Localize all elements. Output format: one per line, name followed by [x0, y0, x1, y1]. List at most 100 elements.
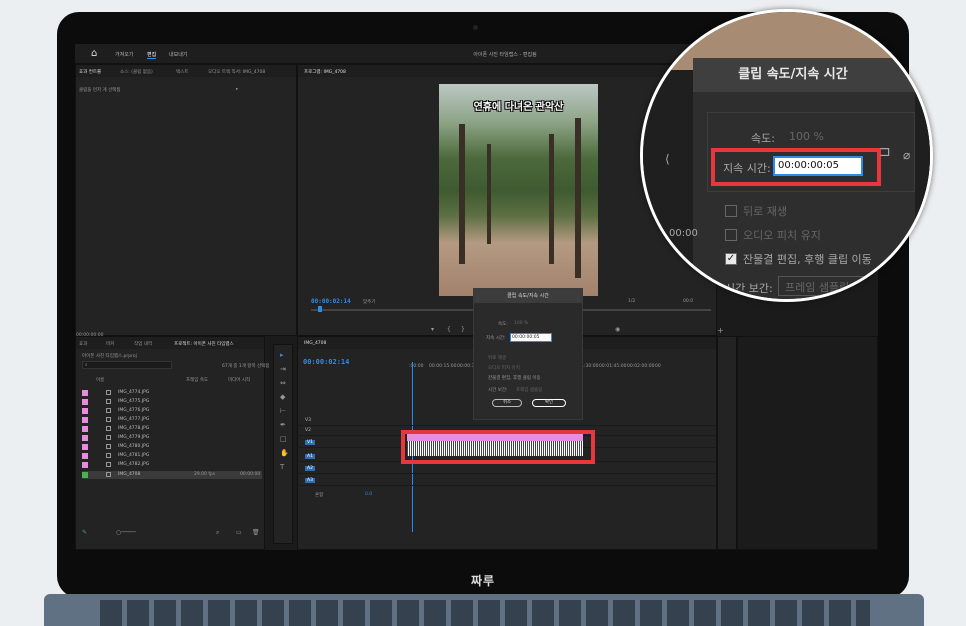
program-timecode[interactable]: 00:00:02:14 [311, 298, 351, 305]
speed-value[interactable]: 100 % [514, 321, 528, 326]
rectangle-icon[interactable]: □ [280, 435, 287, 443]
column-fps[interactable]: 프레임 속도 [186, 377, 208, 383]
tab-project[interactable]: 프로젝트: 아이폰 사진 타임랩스 [174, 341, 234, 347]
video-title-overlay: 연휴에 다녀온 관악산 [473, 102, 564, 113]
export-frame-icon[interactable]: ◉ [615, 326, 620, 333]
track-a3[interactable]: A3 [297, 476, 717, 486]
file-name: IMG_4782.JPG [118, 462, 150, 467]
mix-value[interactable]: 0.0 [365, 492, 372, 497]
tab-markers[interactable]: 마커 [106, 341, 114, 347]
ok-button[interactable]: 확인 [532, 399, 566, 407]
list-item[interactable]: IMG_4776.JPG [82, 407, 262, 415]
label-swatch [82, 408, 88, 414]
speed-label: 속도: [498, 322, 508, 327]
add-button-icon[interactable]: + [717, 326, 724, 335]
out-point-icon[interactable]: } [461, 326, 465, 333]
resolution-select[interactable]: 1/2 [628, 299, 635, 304]
mag-interp-select[interactable]: 프레임 샘플링 [778, 276, 894, 296]
mag-speed-value[interactable]: 100 % [789, 130, 824, 143]
tab-audio-mixer[interactable]: 오디오 트랙 믹서: IMG_4708 [208, 69, 265, 75]
link-icon[interactable]: ⊐ [879, 144, 891, 160]
track-label[interactable]: A1 [305, 454, 315, 459]
list-item[interactable]: IMG_4777.JPG [82, 416, 262, 424]
marker-icon[interactable]: ▾ [431, 326, 434, 333]
track-label[interactable]: V2 [305, 428, 311, 433]
menu-export[interactable]: 내보내기 [169, 51, 187, 58]
pencil-icon[interactable]: ✎ [82, 529, 87, 536]
list-item[interactable]: IMG_4775.JPG [82, 398, 262, 406]
tab-history[interactable]: 작업 내역 [134, 341, 152, 347]
track-select-icon[interactable]: ⇥ [280, 365, 286, 373]
track-label[interactable]: A2 [305, 466, 315, 471]
search-icon: ⌕ [85, 363, 88, 368]
trash-icon[interactable]: 🗑 [252, 529, 260, 536]
label-swatch [82, 435, 88, 441]
in-point-icon[interactable]: { [447, 326, 451, 333]
new-item-icon[interactable]: ▭ [236, 529, 242, 536]
tab-effect-controls[interactable]: 효과 컨트롤 [79, 69, 101, 75]
image-file-icon [106, 426, 111, 431]
empty-panel [737, 336, 878, 550]
duration-label: 지속 시간: [486, 336, 506, 341]
tab-program[interactable]: 프로그램: IMG_4708 [304, 69, 346, 75]
track-label[interactable]: V1 [305, 440, 315, 445]
reverse-checkbox[interactable] [725, 205, 737, 217]
image-file-icon [106, 390, 111, 395]
tab-text[interactable]: 텍스트 [176, 69, 188, 75]
playhead-marker[interactable] [318, 306, 322, 312]
maintain-pitch-checkbox[interactable]: 오디오 피치 유지 [488, 365, 520, 371]
ripple-checkbox[interactable]: ✓ [725, 253, 737, 265]
list-item[interactable]: IMG_4774.JPG [82, 389, 262, 397]
cancel-button[interactable]: 취소 [492, 399, 522, 407]
timeline-timecode[interactable]: 00:00:02:14 [303, 358, 349, 366]
sequence-row[interactable]: IMG_4708 29.00 fps 00:00:00 [82, 471, 262, 479]
tab-source[interactable]: 소스: (클립 없음) [120, 69, 153, 75]
reverse-checkbox[interactable]: 뒤로 재생 [488, 355, 506, 361]
search-icon[interactable]: ⌕ [216, 529, 219, 537]
list-item[interactable]: IMG_4778.JPG [82, 425, 262, 433]
tab-effects[interactable]: 효과 [79, 341, 87, 347]
column-media-start[interactable]: 미디어 시작 [228, 377, 250, 383]
ripple-edit-icon[interactable]: ⇔ [280, 379, 286, 387]
label-swatch [82, 426, 88, 432]
project-tabs: 효과 마커 작업 내역 프로젝트: 아이폰 사진 타임랩스 [76, 337, 264, 349]
project-search-input[interactable]: ⌕ [82, 361, 172, 369]
pitch-checkbox[interactable] [725, 229, 737, 241]
unlink-icon[interactable]: ⌀ [903, 148, 910, 162]
slip-icon[interactable]: ⊢ [280, 407, 286, 415]
home-icon[interactable]: ⌂ [91, 49, 101, 59]
mag-speed-label: 속도: [751, 132, 775, 145]
track-label[interactable]: V3 [305, 418, 311, 423]
type-tool-icon[interactable]: T [280, 463, 284, 471]
fit-select[interactable]: 맞추기 [363, 299, 375, 305]
list-item[interactable]: IMG_4780.JPG [82, 443, 262, 451]
list-item[interactable]: IMG_4779.JPG [82, 434, 262, 442]
selection-tool-icon[interactable]: ▸ [280, 351, 284, 359]
razor-icon[interactable]: ◆ [280, 393, 285, 401]
image-file-icon [106, 444, 111, 449]
list-item[interactable]: IMG_4781.JPG [82, 452, 262, 460]
label-swatch [82, 444, 88, 450]
label-swatch [82, 472, 88, 478]
app-title: 아이폰 사진 타임랩스 - 편집됨 [473, 52, 537, 58]
image-file-icon [106, 417, 111, 422]
column-name[interactable]: 이름 [96, 377, 104, 383]
file-name: IMG_4778.JPG [118, 426, 150, 431]
hand-icon[interactable]: ✋ [280, 449, 289, 457]
tree [459, 124, 465, 264]
track-label[interactable]: A3 [305, 478, 315, 483]
zoom-slider[interactable]: ○──── [116, 529, 136, 536]
track-a2[interactable]: A2 [297, 464, 717, 474]
list-item[interactable]: IMG_4782.JPG [82, 461, 262, 469]
interp-select[interactable]: 프레임 샘플링 [516, 387, 542, 393]
ripple-checkbox[interactable]: 잔물결 편집, 후행 클립 이동 [488, 375, 541, 381]
ruler-tick: 00:01:45:00 [599, 364, 627, 369]
pen-icon[interactable]: ✒ [280, 421, 286, 429]
tab-sequence[interactable]: IMG_4708 [304, 341, 326, 346]
file-name: IMG_4780.JPG [118, 444, 150, 449]
mix-label: 혼합 [315, 493, 324, 498]
duration-input[interactable]: 00:00:00:05 [510, 333, 552, 342]
menu-import[interactable]: 가져오기 [115, 51, 133, 58]
menu-edit[interactable]: 편집 [147, 51, 157, 59]
no-clip-text: 클립을 먼저 게 선택됨 [79, 88, 121, 93]
